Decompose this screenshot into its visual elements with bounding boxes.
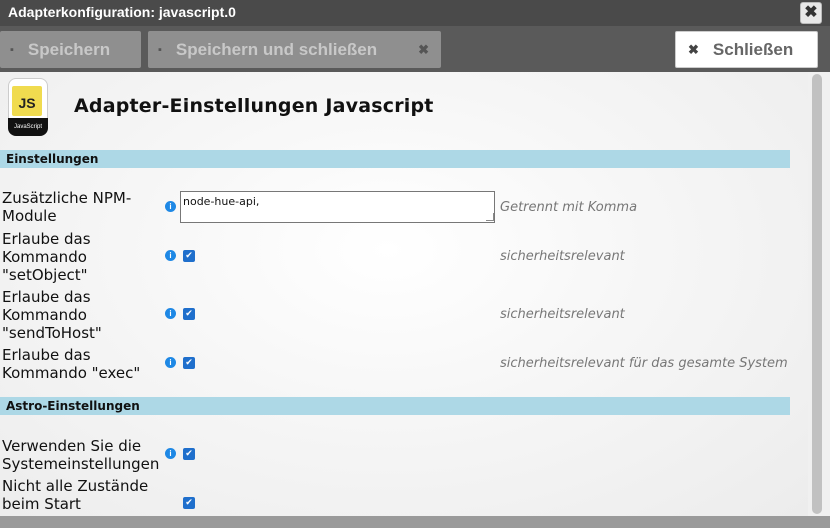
resize-handle-icon[interactable] [486, 213, 494, 221]
close-icon[interactable]: ✖ [800, 2, 822, 24]
save-and-close-button[interactable]: ▪ Speichern und schließen ✖ [148, 31, 441, 68]
save-button-label: Speichern [27, 39, 111, 59]
send-to-host-hint: sicherheitsrelevant [500, 307, 625, 322]
npm-modules-label: Zusätzliche NPM-Module [2, 189, 132, 225]
title-bar: Adapterkonfiguration: javascript.0 ✖ [0, 0, 830, 26]
settings-panel: JS JavaScript Adapter-Einstellungen Java… [0, 72, 808, 516]
npm-modules-input[interactable]: node-hue-api, [180, 191, 495, 223]
floppy-icon: ▪ [10, 43, 14, 56]
set-object-label: Erlaube das Kommando "setObject" [2, 230, 91, 284]
x-icon: ✖ [688, 41, 699, 57]
vertical-scrollbar[interactable] [808, 72, 830, 516]
close-button-label: Schließen [712, 39, 794, 59]
set-object-hint: sicherheitsrelevant [500, 249, 625, 264]
send-to-host-checkbox[interactable]: ✔ [183, 308, 195, 320]
not-all-states-label: Nicht alle Zustände beim Start [2, 477, 149, 513]
npm-modules-hint: Getrennt mit Komma [500, 200, 638, 215]
info-icon[interactable]: i [165, 250, 176, 261]
section-header-settings: Einstellungen [0, 150, 790, 168]
not-all-states-checkbox[interactable]: ✔ [183, 497, 195, 509]
toolbar: ▪ Speichern ▪ Speichern und schließen ✖ … [0, 26, 830, 72]
info-icon[interactable]: i [165, 448, 176, 459]
window-title: Adapterkonfiguration: javascript.0 [8, 4, 236, 20]
set-object-checkbox[interactable]: ✔ [183, 250, 195, 262]
bottom-bar [0, 516, 830, 528]
info-icon[interactable]: i [165, 308, 176, 319]
floppy-icon: ▪ [158, 43, 162, 56]
section-header-astro: Astro-Einstellungen [0, 397, 790, 415]
close-button[interactable]: ✖ Schließen [675, 31, 818, 68]
exec-checkbox[interactable]: ✔ [183, 357, 195, 369]
info-icon[interactable]: i [165, 357, 176, 368]
page-title: Adapter-Einstellungen Javascript [74, 95, 434, 117]
send-to-host-label: Erlaube das Kommando "sendToHost" [2, 288, 102, 342]
system-settings-checkbox[interactable]: ✔ [183, 448, 195, 460]
logo-badge: JS [12, 86, 42, 116]
save-and-close-label: Speichern und schließen [175, 39, 378, 59]
exec-hint: sicherheitsrelevant für das gesamte Syst… [500, 356, 788, 371]
logo-caption: JavaScript [8, 118, 48, 136]
save-button[interactable]: ▪ Speichern [0, 31, 141, 68]
scrollbar-thumb[interactable] [812, 74, 822, 514]
javascript-logo: JS JavaScript [8, 78, 48, 136]
exec-label: Erlaube das Kommando "exec" [2, 346, 141, 382]
x-icon: ✖ [418, 42, 429, 57]
info-icon[interactable]: i [165, 201, 176, 212]
system-settings-label: Verwenden Sie die Systemeinstellungen [2, 437, 160, 473]
